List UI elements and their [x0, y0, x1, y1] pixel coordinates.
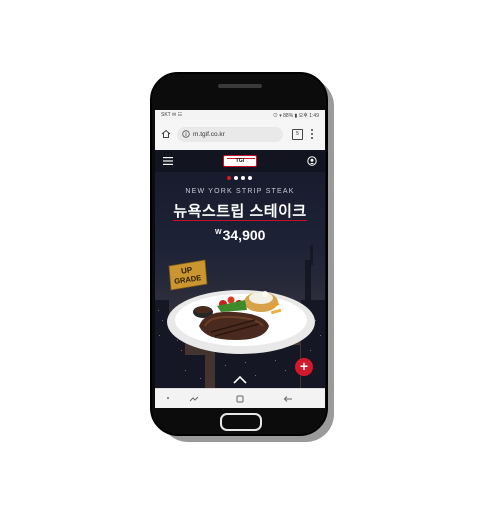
phone-speaker — [218, 84, 262, 88]
menu-title-ko: 뉴욕스트립 스테이크 — [173, 203, 307, 220]
hamburger-menu-icon[interactable] — [163, 157, 173, 165]
logo-text: TGI FRIDAYS — [228, 158, 252, 174]
phone-screen: SKT ✉ ☷ ⊙ ▾ 88% ▮ 오후 1:49 m.tgif.co.kr 5 — [155, 110, 325, 408]
carousel-dot-2[interactable] — [234, 176, 238, 180]
tabs-icon[interactable]: 5 — [292, 129, 303, 140]
tgif-logo[interactable]: TGI FRIDAYS — [223, 155, 257, 174]
chevron-up-icon[interactable] — [232, 375, 248, 385]
hero-banner[interactable]: TGI FRIDAYS NEW YORK STRIP STEAK 뉴욕스트립 스… — [155, 150, 325, 388]
back-icon[interactable] — [283, 395, 293, 403]
status-left: SKT ✉ ☷ — [161, 112, 183, 118]
site-header: TGI FRIDAYS — [155, 150, 325, 174]
price-currency: W — [215, 229, 222, 236]
menu-subtitle-en: NEW YORK STRIP STEAK — [185, 188, 295, 195]
carousel-dot-3[interactable] — [241, 176, 245, 180]
nav-dot — [167, 397, 169, 399]
browser-toolbar: m.tgif.co.kr 5 — [155, 120, 325, 151]
status-bar: SKT ✉ ☷ ⊙ ▾ 88% ▮ 오후 1:49 — [155, 110, 325, 120]
status-right: ⊙ ▾ 88% ▮ 오후 1:49 — [272, 113, 319, 119]
android-nav-bar — [155, 388, 325, 408]
url-text: m.tgif.co.kr — [193, 131, 225, 138]
home-icon[interactable] — [161, 129, 171, 139]
carousel-dot-1[interactable] — [227, 176, 231, 180]
url-field[interactable]: m.tgif.co.kr — [177, 127, 283, 142]
add-button[interactable]: + — [295, 358, 313, 376]
title-underline — [173, 220, 307, 221]
steak-plate-image — [167, 290, 315, 354]
carousel-dot-4[interactable] — [248, 176, 252, 180]
location-icon[interactable] — [307, 156, 317, 166]
price-value: 34,900 — [222, 227, 266, 243]
recent-apps-icon[interactable] — [189, 395, 199, 403]
android-home-icon[interactable] — [235, 395, 245, 403]
phone-home-button[interactable] — [220, 413, 262, 431]
menu-price: W34,900 — [215, 227, 295, 243]
more-vertical-icon[interactable] — [310, 128, 314, 140]
info-icon[interactable] — [182, 130, 190, 138]
